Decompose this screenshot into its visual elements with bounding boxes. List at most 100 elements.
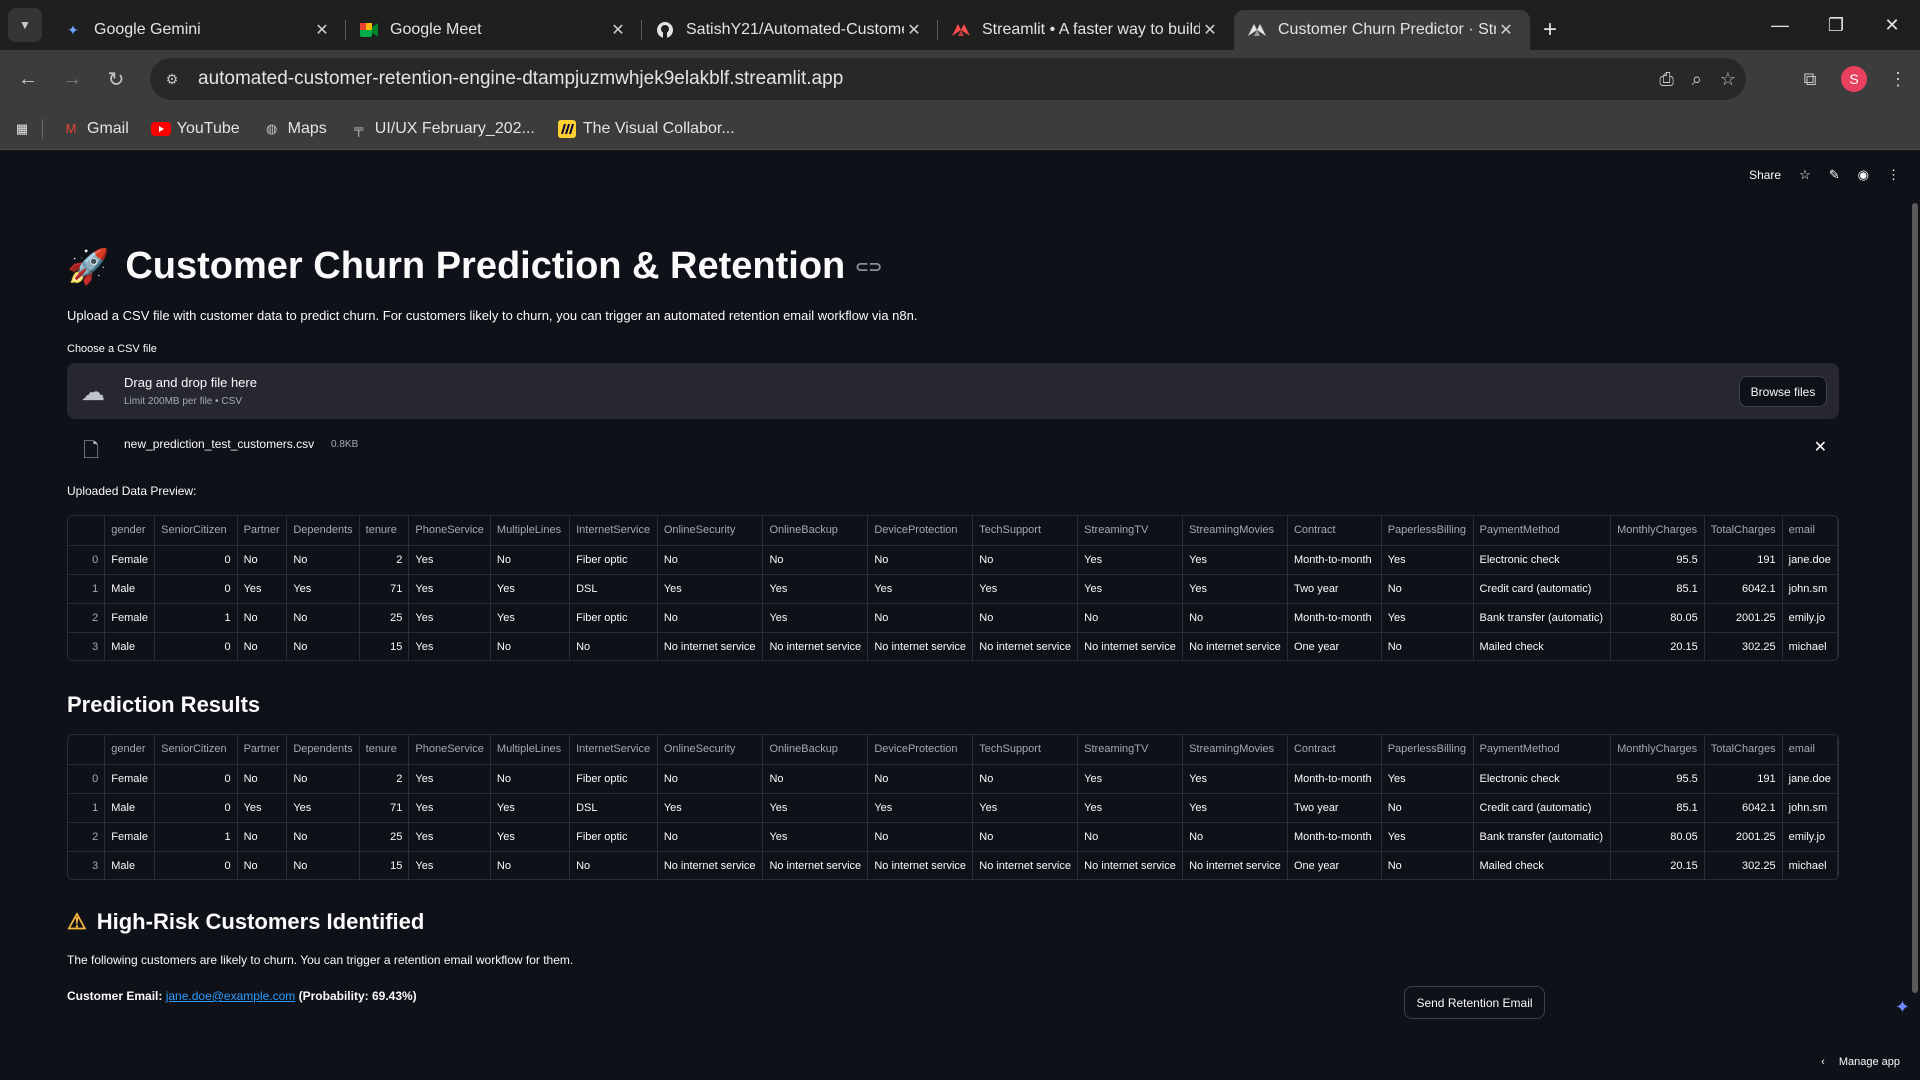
row-index[interactable]: 3 xyxy=(68,851,106,879)
address-bar[interactable]: ⚙ automated-customer-retention-engine-dt… xyxy=(150,58,1746,100)
column-header[interactable]: PaymentMethod xyxy=(1473,516,1612,546)
table-cell[interactable]: No internet service xyxy=(972,851,1079,879)
column-header[interactable] xyxy=(68,516,106,546)
table-cell[interactable]: 25 xyxy=(359,822,410,852)
table-cell[interactable]: No xyxy=(867,545,974,575)
table-cell[interactable]: Fiber optic xyxy=(569,603,658,633)
avatar[interactable]: S xyxy=(1841,66,1867,92)
column-header[interactable]: MultipleLines xyxy=(490,516,571,546)
table-cell[interactable]: Yes xyxy=(237,574,288,604)
tab-gemini[interactable]: ✦ Google Gemini ✕ xyxy=(50,10,346,50)
table-cell[interactable]: No xyxy=(1381,793,1474,823)
table-cell[interactable]: Mailed check xyxy=(1473,851,1612,879)
column-header[interactable]: MonthlyCharges xyxy=(1610,516,1705,546)
table-cell[interactable]: No internet service xyxy=(1077,632,1184,660)
column-header[interactable]: OnlineSecurity xyxy=(657,735,764,765)
column-header[interactable]: InternetService xyxy=(569,735,658,765)
close-icon[interactable]: ✕ xyxy=(1200,20,1220,40)
table-cell[interactable]: Credit card (automatic) xyxy=(1473,574,1612,604)
table-cell[interactable]: DSL xyxy=(569,793,658,823)
column-header[interactable]: StreamingMovies xyxy=(1182,516,1288,546)
table-cell[interactable]: john.sm xyxy=(1782,574,1838,604)
table-cell[interactable]: Yes xyxy=(762,793,869,823)
table-cell[interactable]: Yes xyxy=(657,574,764,604)
table-cell[interactable]: Yes xyxy=(408,851,491,879)
table-cell[interactable]: No xyxy=(286,764,360,794)
extensions-icon[interactable]: ⧉ xyxy=(1788,69,1832,90)
new-tab-button[interactable]: + xyxy=(1530,10,1570,50)
table-cell[interactable]: No xyxy=(1182,822,1288,852)
table-cell[interactable]: No internet service xyxy=(1077,851,1184,879)
table-cell[interactable]: Month-to-month xyxy=(1287,822,1382,852)
column-header[interactable]: TotalCharges xyxy=(1704,735,1783,765)
table-cell[interactable]: Yes xyxy=(657,793,764,823)
column-header[interactable]: OnlineBackup xyxy=(762,735,869,765)
table-cell[interactable]: No internet service xyxy=(867,851,974,879)
row-index[interactable]: 0 xyxy=(68,545,106,575)
table-cell[interactable]: No xyxy=(1077,822,1184,852)
table-cell[interactable]: 85.1 xyxy=(1610,793,1705,823)
table-cell[interactable]: No xyxy=(490,632,571,660)
close-icon[interactable]: ✕ xyxy=(904,20,924,40)
table-cell[interactable]: 191 xyxy=(1704,764,1783,794)
table-cell[interactable]: No xyxy=(972,545,1079,575)
table-cell[interactable]: No xyxy=(1381,851,1474,879)
minimize-button[interactable]: — xyxy=(1752,0,1808,50)
table-cell[interactable]: No xyxy=(490,851,571,879)
table-cell[interactable]: Yes xyxy=(762,574,869,604)
bookmark-maps[interactable]: ◍ Maps xyxy=(262,120,327,138)
table-cell[interactable]: Fiber optic xyxy=(569,545,658,575)
table-cell[interactable]: No xyxy=(657,822,764,852)
table-cell[interactable]: Female xyxy=(104,764,156,794)
table-cell[interactable]: Yes xyxy=(490,793,571,823)
table-cell[interactable]: Fiber optic xyxy=(569,764,658,794)
back-button[interactable]: ← xyxy=(8,59,48,99)
table-cell[interactable]: 302.25 xyxy=(1704,632,1783,660)
table-cell[interactable]: Yes xyxy=(1381,764,1474,794)
table-cell[interactable]: No xyxy=(286,545,360,575)
table-cell[interactable]: 20.15 xyxy=(1610,851,1705,879)
table-cell[interactable]: No xyxy=(867,822,974,852)
table-cell[interactable]: 191 xyxy=(1704,545,1783,575)
table-cell[interactable]: No xyxy=(237,632,288,660)
star-icon[interactable]: ☆ xyxy=(1720,69,1736,90)
preview-table[interactable]: gender SeniorCitizen Partner Dependents tenu… xyxy=(67,515,1839,661)
table-cell[interactable]: No internet service xyxy=(1182,851,1288,879)
table-cell[interactable]: Yes xyxy=(867,793,974,823)
table-cell[interactable]: 302.25 xyxy=(1704,851,1783,879)
table-cell[interactable]: Female xyxy=(104,822,156,852)
table-cell[interactable]: No xyxy=(237,822,288,852)
table-cell[interactable]: Month-to-month xyxy=(1287,764,1382,794)
file-dropzone[interactable]: ☁ Drag and drop file here Limit 200MB pe… xyxy=(67,363,1839,419)
column-header[interactable]: OnlineSecurity xyxy=(657,516,764,546)
table-cell[interactable]: Yes xyxy=(408,603,491,633)
tab-streamlit[interactable]: Streamlit • A faster way to build ✕ xyxy=(938,10,1234,50)
table-cell[interactable]: No internet service xyxy=(657,851,764,879)
table-cell[interactable]: Male xyxy=(104,851,156,879)
table-cell[interactable]: jane.doe xyxy=(1782,764,1838,794)
row-index[interactable]: 1 xyxy=(68,574,106,604)
table-cell[interactable]: Month-to-month xyxy=(1287,545,1382,575)
bookmark-youtube[interactable]: YouTube xyxy=(150,120,240,138)
table-cell[interactable]: No xyxy=(1077,603,1184,633)
table-cell[interactable]: No xyxy=(286,632,360,660)
column-header[interactable]: DeviceProtection xyxy=(867,735,974,765)
table-cell[interactable]: No xyxy=(1182,603,1288,633)
table-cell[interactable]: 15 xyxy=(359,632,410,660)
table-cell[interactable]: Yes xyxy=(490,603,571,633)
row-index[interactable]: 1 xyxy=(68,793,106,823)
table-cell[interactable]: Yes xyxy=(1077,545,1184,575)
table-cell[interactable]: 25 xyxy=(359,603,410,633)
more-vert-icon[interactable]: ⋮ xyxy=(1876,69,1920,90)
table-cell[interactable]: 0 xyxy=(154,545,238,575)
forward-button[interactable]: → xyxy=(52,59,92,99)
table-cell[interactable]: 0 xyxy=(154,632,238,660)
column-header[interactable]: TotalCharges xyxy=(1704,516,1783,546)
table-cell[interactable]: 15 xyxy=(359,851,410,879)
table-cell[interactable]: Male xyxy=(104,793,156,823)
table-cell[interactable]: emily.jo xyxy=(1782,603,1838,633)
results-table[interactable]: gender SeniorCitizen Partner Dependents tenu… xyxy=(67,734,1839,880)
table-cell[interactable]: No xyxy=(490,545,571,575)
table-cell[interactable]: 2 xyxy=(359,764,410,794)
table-cell[interactable]: No xyxy=(657,764,764,794)
